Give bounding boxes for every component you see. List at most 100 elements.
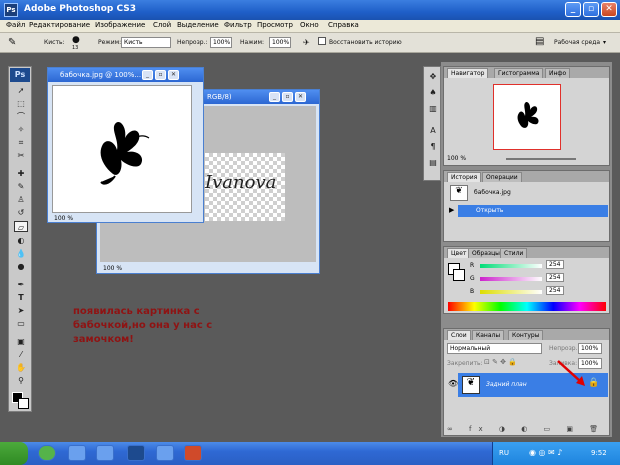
layer-comps-icon[interactable]: ▤ bbox=[426, 157, 440, 168]
marquee-tool-icon[interactable]: ⬚ bbox=[14, 98, 28, 109]
zoom-level[interactable]: 100 % bbox=[103, 265, 122, 272]
zoom-tool-icon[interactable]: ⚲ bbox=[14, 375, 28, 386]
start-button[interactable] bbox=[0, 442, 28, 465]
move-tool-icon[interactable]: ➚ bbox=[14, 85, 28, 96]
menu-window[interactable]: Окно bbox=[300, 21, 319, 29]
doc-restore-button[interactable]: ▫ bbox=[282, 92, 293, 102]
pressure-field[interactable]: 100% bbox=[269, 37, 291, 48]
path-select-icon[interactable]: ➤ bbox=[14, 305, 28, 316]
language-indicator[interactable]: RU bbox=[499, 449, 509, 457]
tab-channels[interactable]: Каналы bbox=[472, 330, 505, 340]
blend-mode-select[interactable]: Нормальный bbox=[447, 343, 542, 354]
layer-opacity-field[interactable]: 100% bbox=[578, 343, 602, 354]
layers-footer-buttons[interactable]: ∞ fx ◑ ◐ ▭ ▣ 🗑 bbox=[447, 425, 605, 433]
tab-navigator[interactable]: Навигатор bbox=[447, 68, 489, 78]
visibility-eye-icon[interactable]: 👁 bbox=[448, 379, 458, 388]
chrome-taskbar-icon[interactable] bbox=[38, 445, 56, 461]
history-state-open[interactable]: Открыть bbox=[458, 205, 608, 217]
slider-r[interactable] bbox=[480, 264, 542, 268]
clone-panel-icon[interactable]: ▥ bbox=[426, 103, 440, 114]
lock-icons[interactable]: ⊡ ✎ ✥ 🔒 bbox=[484, 358, 517, 366]
doc-close-button[interactable]: ✕ bbox=[168, 70, 179, 80]
tab-styles[interactable]: Стили bbox=[500, 248, 528, 258]
slice-tool-icon[interactable]: ✂ bbox=[14, 150, 28, 161]
value-r[interactable]: 254 bbox=[546, 260, 564, 269]
history-brush-source-icon[interactable]: ▶ bbox=[449, 206, 454, 214]
flower-taskbar-icon[interactable] bbox=[96, 445, 114, 461]
tab-swatches[interactable]: Образцы bbox=[468, 248, 504, 258]
color-bg-swatch[interactable] bbox=[453, 269, 465, 281]
crop-tool-icon[interactable]: ⌗ bbox=[14, 137, 28, 148]
stamp-tool-icon[interactable]: ♙ bbox=[14, 194, 28, 205]
chevron-down-icon[interactable]: ▾ bbox=[603, 39, 606, 46]
tab-actions[interactable]: Операции bbox=[482, 172, 522, 182]
menu-layer[interactable]: Слой bbox=[153, 21, 171, 29]
eyedropper-tool-icon[interactable]: ⁄ bbox=[14, 349, 28, 360]
brush-tool-icon[interactable]: ✎ bbox=[14, 181, 28, 192]
doc-minimize-button[interactable]: _ bbox=[142, 70, 153, 80]
lasso-tool-icon[interactable]: ⌒ bbox=[14, 111, 28, 122]
doc-minimize-button[interactable]: _ bbox=[269, 92, 280, 102]
character-panel-icon[interactable]: A bbox=[426, 125, 440, 136]
pen-tool-icon[interactable]: ✒ bbox=[14, 279, 28, 290]
close-button[interactable]: ✕ bbox=[601, 2, 617, 17]
tab-history[interactable]: История bbox=[447, 172, 482, 182]
color-spectrum-ramp[interactable] bbox=[448, 302, 606, 311]
doc-restore-button[interactable]: ▫ bbox=[155, 70, 166, 80]
menu-edit[interactable]: Редактирование bbox=[29, 21, 90, 29]
healing-brush-icon[interactable]: ✚ bbox=[14, 168, 28, 179]
tab-layers[interactable]: Слои bbox=[447, 330, 471, 340]
menu-file[interactable]: Файл bbox=[6, 21, 25, 29]
menu-filter[interactable]: Фильтр bbox=[224, 21, 252, 29]
blur-tool-icon[interactable]: 💧 bbox=[14, 248, 28, 259]
tab-color[interactable]: Цвет bbox=[447, 248, 471, 258]
tray-icons[interactable]: ◉ ◎ ✉ ♪ bbox=[529, 448, 562, 457]
document-window-butterfly[interactable]: бабочка.jpg @ 100%... _ ▫ ✕ 100 % bbox=[47, 67, 204, 223]
workspace-button[interactable]: Рабочая среда bbox=[554, 39, 600, 46]
type-tool-icon[interactable]: T bbox=[14, 292, 28, 303]
clock[interactable]: 9:52 bbox=[591, 449, 607, 457]
minimize-button[interactable]: _ bbox=[565, 2, 581, 17]
folder-taskbar-icon[interactable] bbox=[68, 445, 86, 461]
tab-histogram[interactable]: Гистограмма bbox=[494, 68, 544, 78]
tools-panel-icon[interactable]: ✥ bbox=[426, 71, 440, 82]
restore-history-checkbox[interactable] bbox=[318, 37, 326, 45]
menu-help[interactable]: Справка bbox=[328, 21, 359, 29]
paragraph-panel-icon[interactable]: ¶ bbox=[426, 141, 440, 152]
mode-select[interactable]: Кисть bbox=[121, 37, 171, 48]
magic-wand-icon[interactable]: ✧ bbox=[14, 124, 28, 135]
navigator-preview[interactable] bbox=[493, 84, 561, 150]
hand-tool-icon[interactable]: ✋ bbox=[14, 362, 28, 373]
gradient-tool-icon[interactable]: ◐ bbox=[14, 235, 28, 246]
slider-g[interactable] bbox=[480, 277, 542, 281]
brushes-panel-icon[interactable]: ♠ bbox=[426, 87, 440, 98]
red-app-taskbar-icon[interactable] bbox=[184, 445, 202, 461]
history-snapshot-thumbnail[interactable]: ❦ bbox=[450, 185, 468, 201]
zoom-level[interactable]: 100 % bbox=[54, 215, 73, 222]
shape-tool-icon[interactable]: ▭ bbox=[14, 318, 28, 329]
slider-b[interactable] bbox=[480, 290, 542, 294]
layer-name[interactable]: Задний план bbox=[486, 381, 527, 388]
opacity-field[interactable]: 100% bbox=[210, 37, 232, 48]
navigator-zoom-slider[interactable] bbox=[506, 158, 576, 160]
opera-taskbar-icon[interactable] bbox=[156, 445, 174, 461]
dodge-tool-icon[interactable]: ● bbox=[14, 261, 28, 272]
photoshop-taskbar-icon[interactable] bbox=[127, 445, 145, 461]
maximize-button[interactable]: ▫ bbox=[583, 2, 599, 17]
value-g[interactable]: 254 bbox=[546, 273, 564, 282]
tab-paths[interactable]: Контуры bbox=[508, 330, 544, 340]
menu-image[interactable]: Изображение bbox=[95, 21, 145, 29]
brush-preset-icon[interactable]: ● bbox=[72, 35, 80, 45]
background-color-swatch[interactable] bbox=[18, 398, 29, 409]
history-brush-icon[interactable]: ↺ bbox=[14, 207, 28, 218]
menu-select[interactable]: Выделение bbox=[177, 21, 219, 29]
doc-close-button[interactable]: ✕ bbox=[295, 92, 306, 102]
eraser-tool-icon[interactable]: ▱ bbox=[14, 221, 28, 232]
notes-tool-icon[interactable]: ▣ bbox=[14, 336, 28, 347]
menu-view[interactable]: Просмотр bbox=[257, 21, 293, 29]
value-b[interactable]: 254 bbox=[546, 286, 564, 295]
brush-tool-icon[interactable]: ✎ bbox=[8, 37, 16, 48]
airbrush-icon[interactable]: ✈ bbox=[303, 38, 310, 47]
tab-info[interactable]: Инфо bbox=[545, 68, 571, 78]
navigator-zoom[interactable]: 100 % bbox=[447, 155, 466, 162]
